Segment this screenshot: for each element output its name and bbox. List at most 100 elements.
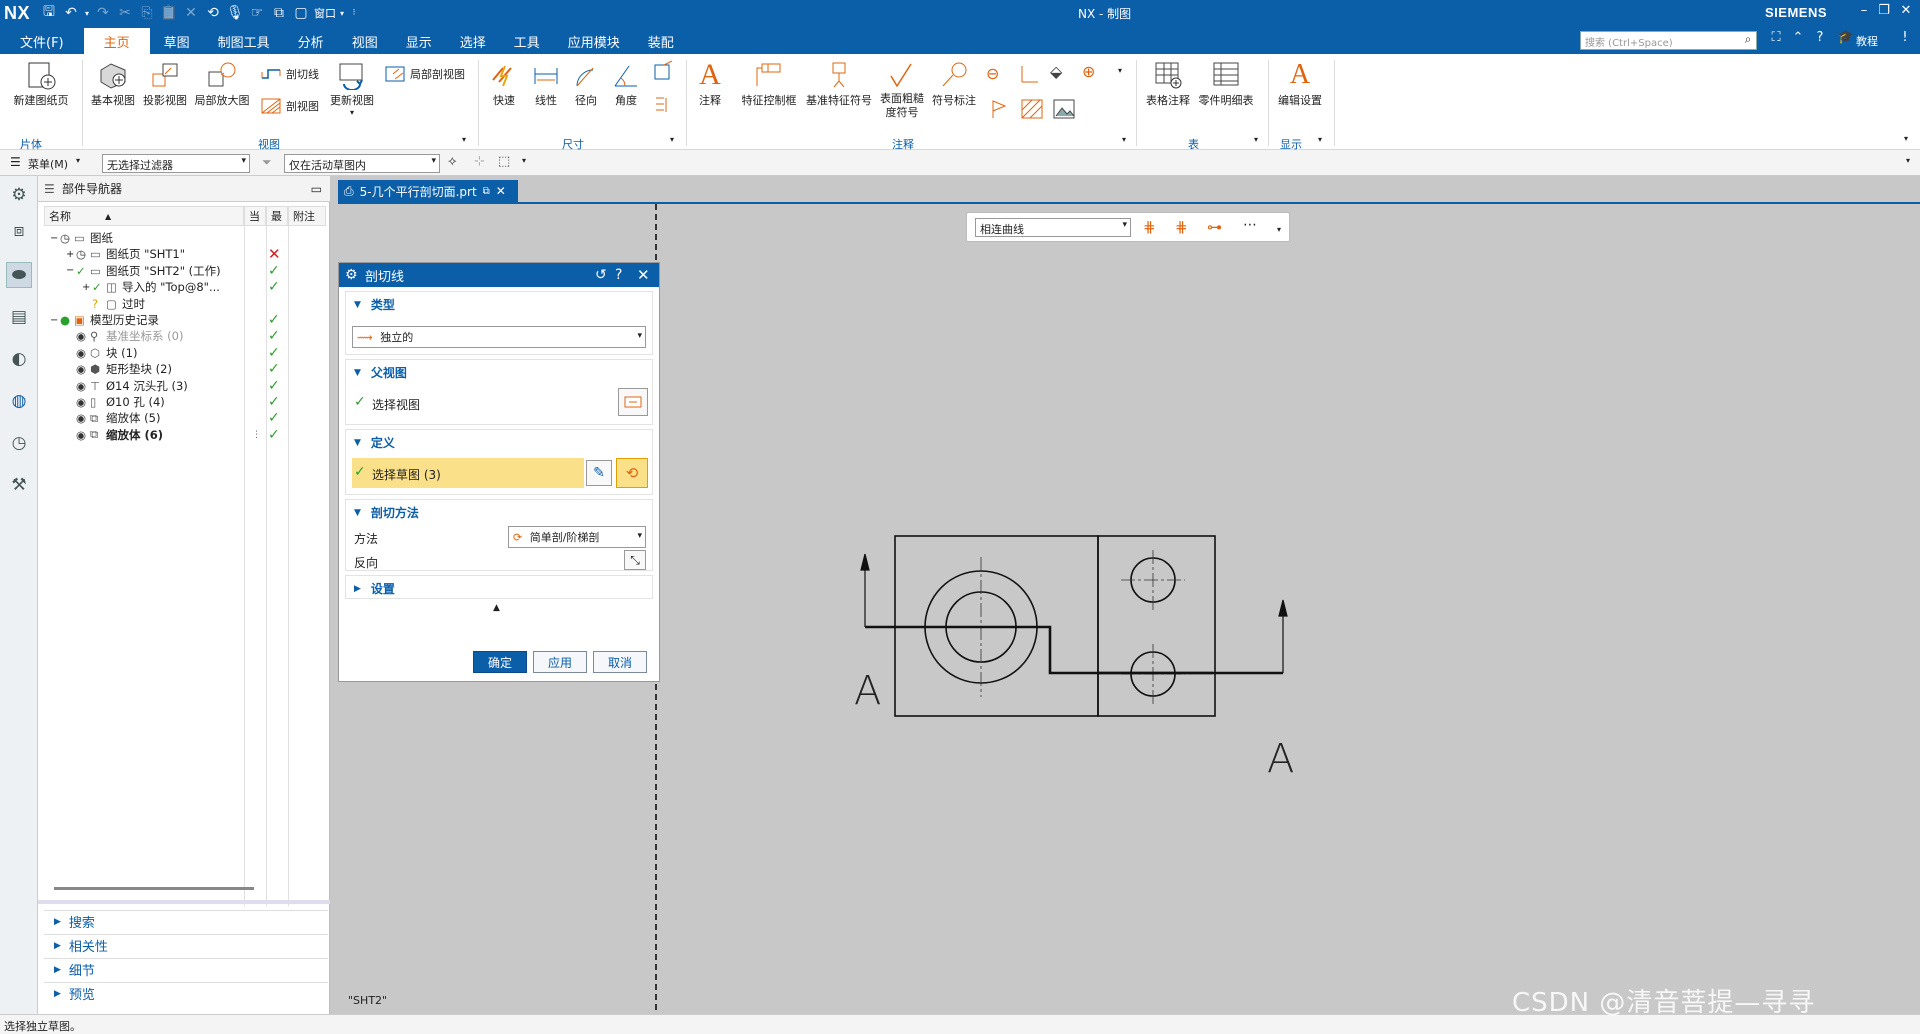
- type-filter-dropdown[interactable]: 无选择过滤器 ▾: [102, 154, 250, 173]
- edit-settings-button[interactable]: A 编辑设置: [1274, 58, 1326, 108]
- note-button[interactable]: A 注释: [692, 58, 728, 108]
- group-display-dropdown-icon[interactable]: ▾: [1318, 135, 1322, 144]
- tab-home[interactable]: 主页: [83, 28, 150, 54]
- fullscreen-icon[interactable]: ⛶: [1766, 30, 1786, 50]
- close-icon[interactable]: ✕: [1896, 3, 1916, 23]
- collapse-dialog-icon[interactable]: ▲: [493, 603, 500, 613]
- select-view-button[interactable]: [618, 388, 648, 416]
- web-browser-icon[interactable]: ◐: [6, 346, 32, 372]
- chamfer-dimension-icon[interactable]: [652, 60, 676, 85]
- section-view-button[interactable]: 剖视图: [258, 94, 319, 118]
- visibility-eye-icon[interactable]: ◉: [76, 395, 86, 409]
- selection-scope-dropdown[interactable]: 仅在活动草图内 ▾: [284, 154, 440, 173]
- expand-icon[interactable]: +: [82, 282, 90, 293]
- zoom-out-icon[interactable]: ⊖: [986, 64, 999, 83]
- group-annotation-dropdown-icon[interactable]: ▾: [1122, 135, 1126, 144]
- copy-icon[interactable]: ⎘: [136, 2, 158, 24]
- clock-icon[interactable]: ◷: [76, 247, 86, 261]
- ok-button[interactable]: 确定: [473, 651, 527, 673]
- visibility-eye-icon[interactable]: ◉: [76, 411, 86, 425]
- surface-finish-button[interactable]: 表面粗糙度符号: [876, 58, 928, 120]
- tutorial-label[interactable]: 教程: [1856, 33, 1878, 49]
- tab-analysis[interactable]: 分析: [284, 28, 338, 54]
- tab-assembly[interactable]: 装配: [634, 28, 688, 54]
- search-icon[interactable]: ⌕: [1738, 32, 1758, 52]
- help-icon[interactable]: ?: [615, 267, 622, 283]
- dropdown-icon[interactable]: ▾: [82, 2, 92, 24]
- apply-button[interactable]: 应用: [533, 651, 587, 673]
- cancel-button[interactable]: 取消: [593, 651, 647, 673]
- question-icon[interactable]: ?: [92, 297, 98, 311]
- base-view-button[interactable]: 基本视图: [88, 58, 138, 108]
- fcf-button[interactable]: 特征控制框: [736, 58, 802, 108]
- bar-options-icon[interactable]: ▾: [1906, 156, 1910, 165]
- tab-sketch[interactable]: 草图: [150, 28, 204, 54]
- collapse-icon[interactable]: −: [66, 265, 74, 276]
- help-icon[interactable]: ?: [1810, 30, 1830, 50]
- visibility-eye-icon[interactable]: ◉: [76, 428, 86, 442]
- status-green-icon[interactable]: ●: [60, 313, 70, 327]
- linear-dimension-button[interactable]: 线性: [526, 58, 566, 108]
- column-header-latest[interactable]: 最: [266, 206, 288, 226]
- tabular-note-button[interactable]: 表格注释: [1142, 58, 1194, 108]
- menu-button[interactable]: 菜单(M): [28, 156, 68, 172]
- visibility-eye-icon[interactable]: ◉: [76, 379, 86, 393]
- command-search-input[interactable]: 搜索 (Ctrl+Space): [1580, 31, 1757, 50]
- customize-icon[interactable]: ⁝: [348, 2, 360, 24]
- window-menu[interactable]: 窗口: [314, 5, 336, 21]
- select-mode-dropdown-icon[interactable]: ▾: [522, 156, 526, 165]
- visibility-eye-icon[interactable]: ◉: [76, 346, 86, 360]
- delete-icon[interactable]: ✕: [180, 2, 202, 24]
- menu-icon[interactable]: ☰: [10, 155, 21, 169]
- panel-details[interactable]: ▶ 细节: [44, 958, 328, 980]
- tab-drafting-tools[interactable]: 制图工具: [204, 28, 284, 54]
- settings-icon[interactable]: ⚙: [6, 182, 32, 208]
- hatch-icon[interactable]: [1020, 98, 1044, 123]
- rapid-dimension-button[interactable]: 快速: [484, 58, 524, 108]
- section-header-method[interactable]: ▼ 剖切方法: [354, 504, 419, 521]
- visibility-eye-icon[interactable]: ◉: [76, 362, 86, 376]
- group-view-dropdown-icon[interactable]: ▾: [462, 135, 466, 144]
- collapse-icon[interactable]: −: [50, 315, 58, 326]
- tab-tools[interactable]: 工具: [500, 28, 554, 54]
- weld-symbol-icon[interactable]: [1018, 62, 1042, 87]
- window-dropdown-icon[interactable]: ▾: [336, 2, 348, 24]
- column-header-notes[interactable]: 附注: [288, 206, 326, 226]
- tab-view[interactable]: 视图: [338, 28, 392, 54]
- assembly-navigator-icon[interactable]: ⧈: [6, 218, 32, 244]
- tree-row-scale-body-6[interactable]: ◉ ⧉ 缩放体 (6) ⋮ ✓: [44, 425, 326, 445]
- break-out-section-button[interactable]: 局部剖视图: [382, 62, 465, 86]
- section-line-button[interactable]: 剖切线: [258, 62, 319, 86]
- restore-icon[interactable]: ❐: [1874, 3, 1894, 23]
- roles-icon[interactable]: ⚒: [6, 472, 32, 498]
- filter-icon[interactable]: ⏷: [262, 155, 272, 170]
- window-icon[interactable]: ▢: [290, 2, 312, 24]
- reuse-library-icon[interactable]: ▤: [6, 304, 32, 330]
- section-header-define[interactable]: ▼ 定义: [354, 434, 395, 451]
- undo-icon[interactable]: ↶: [60, 2, 82, 24]
- more-icon[interactable]: ▾: [350, 108, 354, 117]
- reverse-direction-button[interactable]: ⤡: [624, 550, 646, 570]
- status-check-icon[interactable]: ✓: [92, 280, 102, 294]
- section-header-parent-view[interactable]: ▼ 父视图: [354, 364, 407, 381]
- document-tab[interactable]: ⎙ 5-几个平行剖切面.prt ⧉ ✕: [338, 180, 518, 202]
- horizontal-scrollbar[interactable]: [54, 887, 254, 890]
- paste-icon[interactable]: 📋: [158, 2, 180, 24]
- clock-icon[interactable]: ◷: [60, 231, 70, 245]
- update-view-button[interactable]: 更新视图 ▾: [326, 58, 378, 117]
- type-dropdown[interactable]: ⟿ 独立的 ▾: [352, 326, 646, 348]
- tab-applications[interactable]: 应用模块: [554, 28, 634, 54]
- repeat-command-icon[interactable]: ⟲: [202, 2, 224, 24]
- touch-mode-icon[interactable]: ☞: [246, 2, 268, 24]
- panel-dependencies[interactable]: ▶ 相关性: [44, 934, 328, 956]
- column-header-name[interactable]: 名称 ▲: [44, 206, 244, 226]
- panel-search[interactable]: ▶ 搜索: [44, 910, 328, 932]
- history-icon[interactable]: ◷: [6, 430, 32, 456]
- target-dropdown-icon[interactable]: ▾: [1118, 66, 1122, 75]
- snap-point-icon[interactable]: ⊹: [474, 154, 485, 169]
- tab-display[interactable]: 显示: [392, 28, 446, 54]
- detail-view-button[interactable]: 局部放大图: [192, 58, 252, 108]
- group-table-dropdown-icon[interactable]: ▾: [1254, 135, 1258, 144]
- group-dimension-dropdown-icon[interactable]: ▾: [670, 135, 674, 144]
- image-icon[interactable]: [1052, 98, 1076, 123]
